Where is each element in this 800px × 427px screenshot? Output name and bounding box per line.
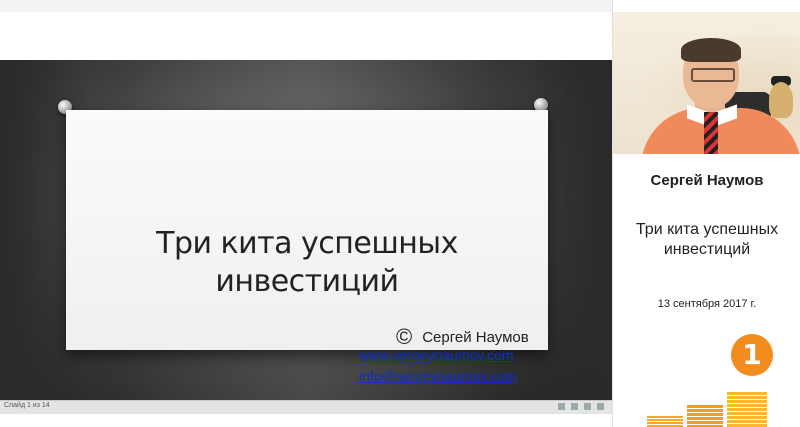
copyright-icon: © (396, 324, 413, 349)
presenter-name: Сергей Наумов (650, 172, 764, 189)
video-frame: Три кита успешных инвестиций © Сергей Нау… (0, 0, 800, 427)
logo-stair-step (727, 392, 767, 427)
channel-logo-icon: 1 (731, 334, 773, 376)
toy-figure (769, 82, 793, 118)
bottom-margin (0, 414, 612, 427)
presentation-status-bar: Слайд 1 из 14 (0, 400, 612, 414)
zoom-icon[interactable] (597, 403, 604, 410)
copyright-line: © Сергей Наумов (396, 322, 529, 349)
view-controls (558, 403, 604, 410)
website-link[interactable]: www.sergeynaumov.com (359, 347, 514, 363)
slideshow-view-icon[interactable] (584, 403, 591, 410)
slide-header-space (0, 12, 612, 60)
logo-stair-step (647, 416, 683, 427)
talk-date: 13 сентября 2017 г. (657, 298, 757, 310)
copyright-author: Сергей Наумов (422, 329, 529, 346)
slide-counter: Слайд 1 из 14 (4, 402, 50, 409)
sorter-view-icon[interactable] (571, 403, 578, 410)
talk-title: Три кита успешных инвестиций (635, 221, 779, 258)
slide-card: Три кита успешных инвестиций © Сергей Нау… (66, 110, 548, 384)
top-strip (0, 0, 612, 12)
slide-title: Три кита успешных инвестиций (156, 226, 458, 299)
logo-stair-step (687, 405, 723, 427)
normal-view-icon[interactable] (558, 403, 565, 410)
email-link[interactable]: info@sergeynaumov.com (359, 368, 517, 384)
side-panel: Сергей Наумов Три кита успешных инвестиц… (612, 0, 800, 427)
slide-stage: Три кита успешных инвестиций © Сергей Нау… (0, 60, 612, 400)
webcam-feed (613, 12, 800, 154)
